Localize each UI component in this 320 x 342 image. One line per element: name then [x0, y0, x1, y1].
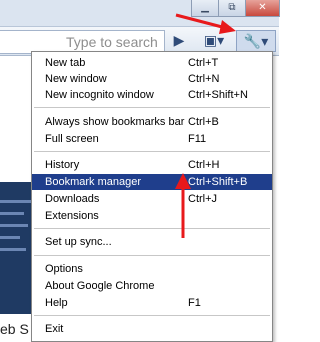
annotation-overlay [175, 13, 236, 238]
annotation-arrow-to-bookmark-manager [175, 173, 191, 238]
annotation-arrow-to-wrench [175, 13, 236, 34]
